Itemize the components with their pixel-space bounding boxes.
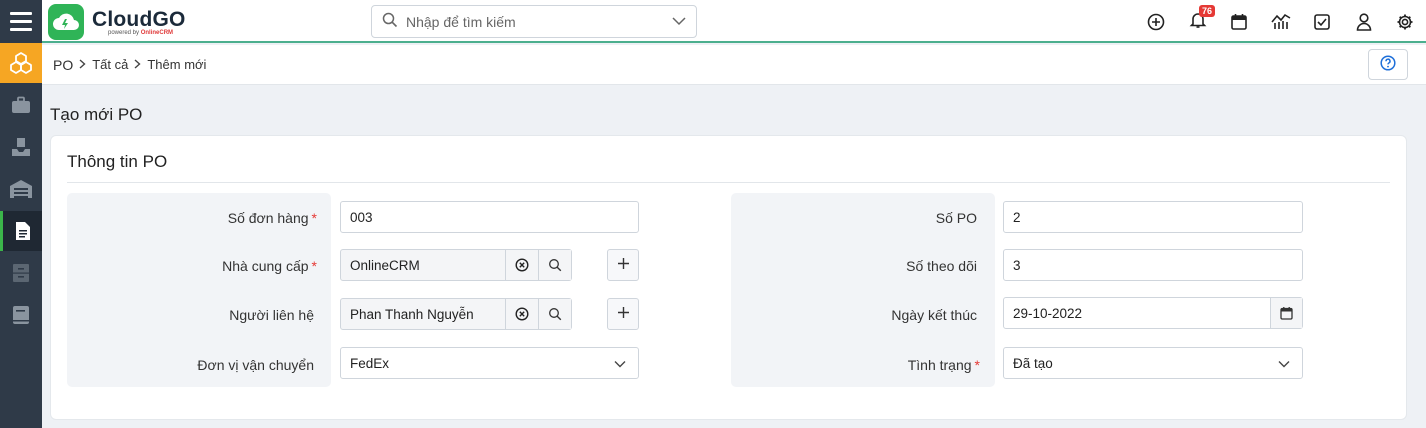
end-date-row: Ngày kết thúc [731,298,995,330]
end-date-label: Ngày kết thúc [891,307,977,323]
logo[interactable]: CloudGO powered by OnlineCRM [48,4,186,40]
po-info-card: Thông tin PO Số đơn hàng * Nhà cung cấp * … [50,135,1407,420]
checkbox-icon[interactable] [1302,0,1344,43]
chevron-down-icon [1278,356,1290,371]
po-number-row: Số PO [731,201,995,233]
document-icon[interactable] [0,211,42,251]
chart-icon[interactable] [1260,0,1302,43]
right-field-group: Số PO Số theo dõi Ngày kết thúc Tình trạ… [731,193,995,387]
archive-icon[interactable] [0,253,42,293]
modules-icon[interactable] [0,43,42,83]
tracking-row: Số theo dõi [731,249,995,281]
breadcrumb-add-new: Thêm mới [147,57,207,72]
chevron-down-icon[interactable] [672,14,686,29]
order-number-row: Số đơn hàng * [67,201,331,233]
status-select[interactable]: Đã tạo [1003,347,1303,379]
sidebar [0,0,42,428]
plus-circle-icon[interactable] [1136,0,1178,43]
search-placeholder: Nhập để tìm kiếm [406,13,516,30]
briefcase-icon[interactable] [0,85,42,125]
chevron-right-icon [134,58,141,72]
warehouse-icon[interactable] [0,169,42,209]
notification-button[interactable]: 76 [1177,0,1219,43]
notification-badge: 76 [1199,5,1216,17]
menu-icon[interactable] [0,0,42,42]
help-icon [1380,55,1396,74]
po-number-field[interactable]: 2 [1003,201,1303,233]
search-icon [382,12,398,31]
section-title: Thông tin PO [67,152,168,171]
carrier-row: Đơn vị vận chuyển [67,348,331,380]
status-row: Tình trạng * [731,348,995,380]
tracking-field[interactable]: 3 [1003,249,1303,281]
carrier-label: Đơn vị vận chuyển [197,357,314,373]
toolbar: 76 [1136,0,1426,43]
top-bar: CloudGO powered by OnlineCRM Nhập để tìm… [42,0,1426,43]
plus-icon [617,257,630,273]
chevron-down-icon [614,356,626,371]
clear-icon[interactable] [505,299,538,329]
plus-icon [617,306,630,322]
gear-icon[interactable] [1385,0,1426,43]
add-supplier-button[interactable] [607,249,639,281]
carrier-select[interactable]: FedEx [340,347,639,379]
contact-label: Người liên hệ [229,307,314,323]
brand-name: CloudGO [92,7,186,31]
search-input[interactable]: Nhập để tìm kiếm [371,5,697,38]
supplier-label: Nhà cung cấp * [222,258,317,274]
contact-field[interactable]: Phan Thanh Nguyễn [340,298,572,330]
cloud-logo-icon [48,4,84,40]
calendar-icon[interactable] [1219,0,1261,43]
search-icon[interactable] [538,299,571,329]
po-number-label: Số PO [935,210,977,226]
clear-icon[interactable] [505,250,538,280]
chevron-right-icon [79,58,86,72]
breadcrumb-po[interactable]: PO [53,57,73,73]
supplier-field[interactable]: OnlineCRM [340,249,572,281]
add-contact-button[interactable] [607,298,639,330]
end-date-field[interactable]: 29-10-2022 [1003,297,1303,329]
breadcrumb: PO Tất cả Thêm mới [42,45,1426,85]
supplier-row: Nhà cung cấp * [67,249,331,281]
order-number-field[interactable]: 003 [340,201,639,233]
inbox-icon[interactable] [0,127,42,167]
contact-row: Người liên hệ [67,298,331,330]
page-title: Tạo mới PO [50,105,143,124]
calendar-icon[interactable] [1270,298,1302,328]
breadcrumb-all[interactable]: Tất cả [92,57,128,72]
divider [67,182,1390,183]
order-number-label: Số đơn hàng * [227,210,317,226]
tracking-label: Số theo dõi [906,258,977,274]
book-icon[interactable] [0,295,42,335]
help-button[interactable] [1368,49,1408,80]
user-icon[interactable] [1343,0,1385,43]
status-label: Tình trạng * [907,357,980,373]
search-icon[interactable] [538,250,571,280]
left-field-group: Số đơn hàng * Nhà cung cấp * Người liên hệ… [67,193,331,387]
